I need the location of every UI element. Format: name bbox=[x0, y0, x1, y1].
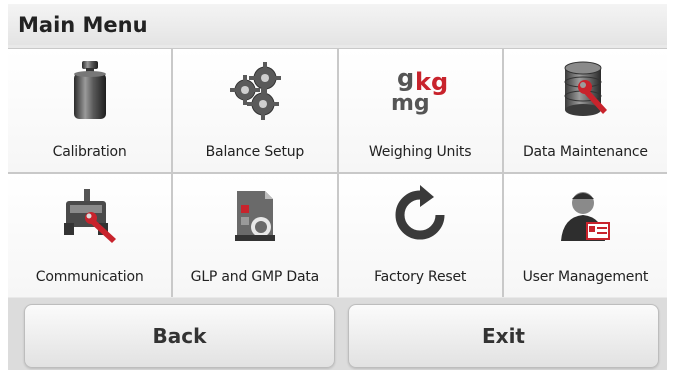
unit-g-text: g bbox=[397, 64, 414, 92]
reset-arrow-icon bbox=[389, 184, 451, 246]
menu-item-label: User Management bbox=[522, 269, 649, 285]
main-menu-screen: Main Menu Calibration Balance Setup g kg… bbox=[8, 4, 667, 370]
menu-item-data-maintenance[interactable]: Data Maintenance bbox=[503, 49, 667, 172]
menu-item-label: Weighing Units bbox=[368, 144, 472, 160]
menu-item-glp-gmp-data[interactable]: GLP and GMP Data bbox=[173, 174, 337, 297]
document-glp-icon bbox=[224, 184, 286, 246]
menu-item-label: GLP and GMP Data bbox=[190, 269, 320, 285]
menu-item-weighing-units[interactable]: g kg mg Weighing Units bbox=[338, 49, 502, 172]
menu-item-label: Balance Setup bbox=[205, 144, 305, 160]
menu-item-label: Factory Reset bbox=[374, 269, 467, 285]
database-wrench-icon bbox=[554, 59, 616, 121]
unit-mg-text: mg bbox=[391, 91, 430, 116]
menu-item-balance-setup[interactable]: Balance Setup bbox=[173, 49, 337, 172]
units-g-kg-mg-icon: g kg mg bbox=[389, 59, 451, 121]
menu-item-label: Communication bbox=[35, 269, 144, 285]
back-button[interactable]: Back bbox=[24, 304, 335, 368]
gears-icon bbox=[224, 59, 286, 121]
menu-item-user-management[interactable]: User Management bbox=[503, 174, 667, 297]
menu-grid: Calibration Balance Setup g kg mg Weighi… bbox=[8, 48, 667, 297]
printer-wrench-icon bbox=[59, 184, 121, 246]
page-title: Main Menu bbox=[8, 4, 667, 45]
calibration-weight-icon bbox=[59, 59, 121, 121]
menu-item-label: Data Maintenance bbox=[522, 144, 648, 160]
exit-button[interactable]: Exit bbox=[348, 304, 659, 368]
user-badge-icon bbox=[554, 184, 616, 246]
menu-item-calibration[interactable]: Calibration bbox=[8, 49, 172, 172]
menu-item-factory-reset[interactable]: Factory Reset bbox=[338, 174, 502, 297]
menu-item-communication[interactable]: Communication bbox=[8, 174, 172, 297]
menu-item-label: Calibration bbox=[52, 144, 127, 160]
bottom-button-bar: Back Exit bbox=[8, 298, 667, 370]
